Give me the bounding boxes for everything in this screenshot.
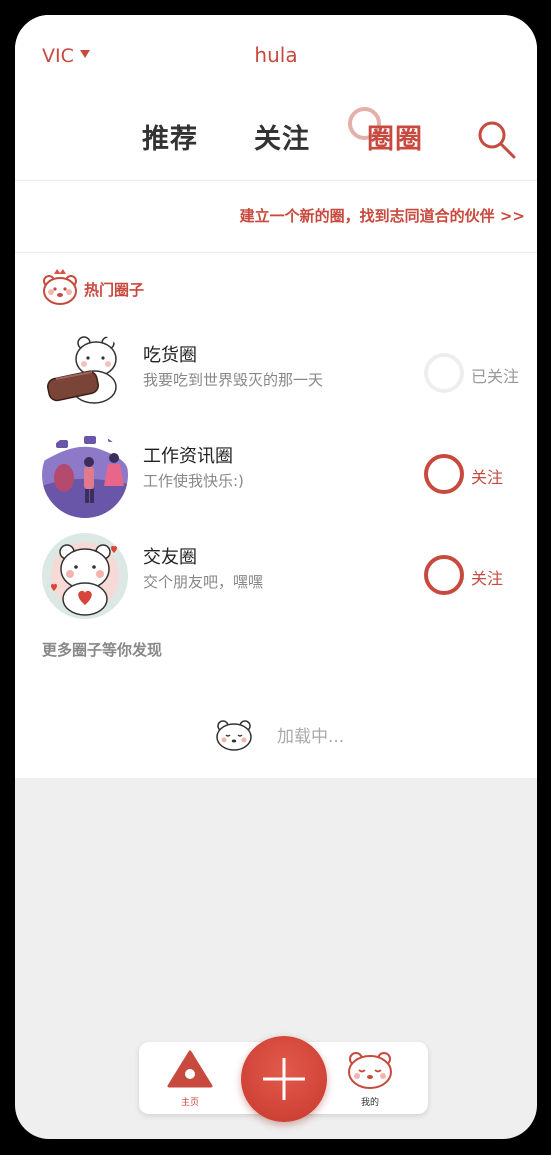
follow-toggle[interactable]	[424, 454, 464, 494]
avatar	[42, 432, 128, 518]
tab-recommend[interactable]: 推荐	[142, 117, 198, 156]
bear-loading-icon	[214, 718, 254, 752]
add-post-button[interactable]	[241, 1036, 327, 1122]
tab-circles[interactable]: 圈圈	[367, 117, 423, 156]
divider	[15, 252, 537, 253]
tab-following[interactable]: 关注	[254, 117, 310, 156]
content-panel: VIC hula 推荐 关注 圈圈 建立一个新的圈，找到志同道合的伙伴 >> 热…	[15, 15, 537, 778]
create-circle-link[interactable]: 建立一个新的圈，找到志同道合的伙伴 >>	[240, 205, 525, 226]
list-item[interactable]: 吃货圈 我要吃到世界毁灭的那一天 已关注	[15, 328, 537, 418]
circle-name: 交友圈	[143, 547, 197, 568]
app-screen: VIC hula 推荐 关注 圈圈 建立一个新的圈，找到志同道合的伙伴 >> 热…	[15, 15, 537, 1139]
phone-frame: VIC hula 推荐 关注 圈圈 建立一个新的圈，找到志同道合的伙伴 >> 热…	[0, 0, 551, 1155]
follow-button-label[interactable]: 关注	[471, 464, 503, 488]
divider	[15, 180, 537, 181]
more-circles-title: 更多圈子等你发现	[42, 641, 163, 659]
search-icon[interactable]	[476, 119, 518, 161]
nav-home[interactable]: 主页	[166, 1050, 214, 1108]
nav-home-label: 主页	[180, 1098, 199, 1108]
home-triangle-icon	[167, 1050, 213, 1088]
follow-status-label[interactable]: 已关注	[471, 363, 519, 387]
circle-description: 交个朋友吧，嘿嘿	[143, 573, 264, 591]
follow-toggle[interactable]	[424, 555, 464, 595]
loading-text: 加载中...	[277, 727, 345, 747]
list-item[interactable]: 工作资讯圈 工作使我快乐:) 关注	[15, 429, 537, 519]
circle-name: 吃货圈	[143, 345, 197, 366]
nav-mine[interactable]: 我的	[345, 1050, 395, 1108]
plus-icon	[263, 1058, 305, 1100]
bear-profile-icon	[348, 1052, 392, 1089]
circle-description: 工作使我快乐:)	[143, 472, 244, 490]
hot-circles-title: 热门圈子	[84, 281, 145, 299]
nav-mine-label: 我的	[360, 1098, 379, 1108]
list-item[interactable]: 交友圈 交个朋友吧，嘿嘿 关注	[15, 530, 537, 620]
follow-button-label[interactable]: 关注	[471, 565, 503, 589]
app-title: hula	[254, 43, 298, 67]
avatar	[42, 331, 128, 417]
circle-name: 工作资讯圈	[143, 446, 233, 467]
bear-crown-icon	[40, 268, 80, 308]
circle-description: 我要吃到世界毁灭的那一天	[143, 371, 324, 389]
avatar	[42, 533, 128, 619]
followed-toggle[interactable]	[424, 353, 464, 393]
